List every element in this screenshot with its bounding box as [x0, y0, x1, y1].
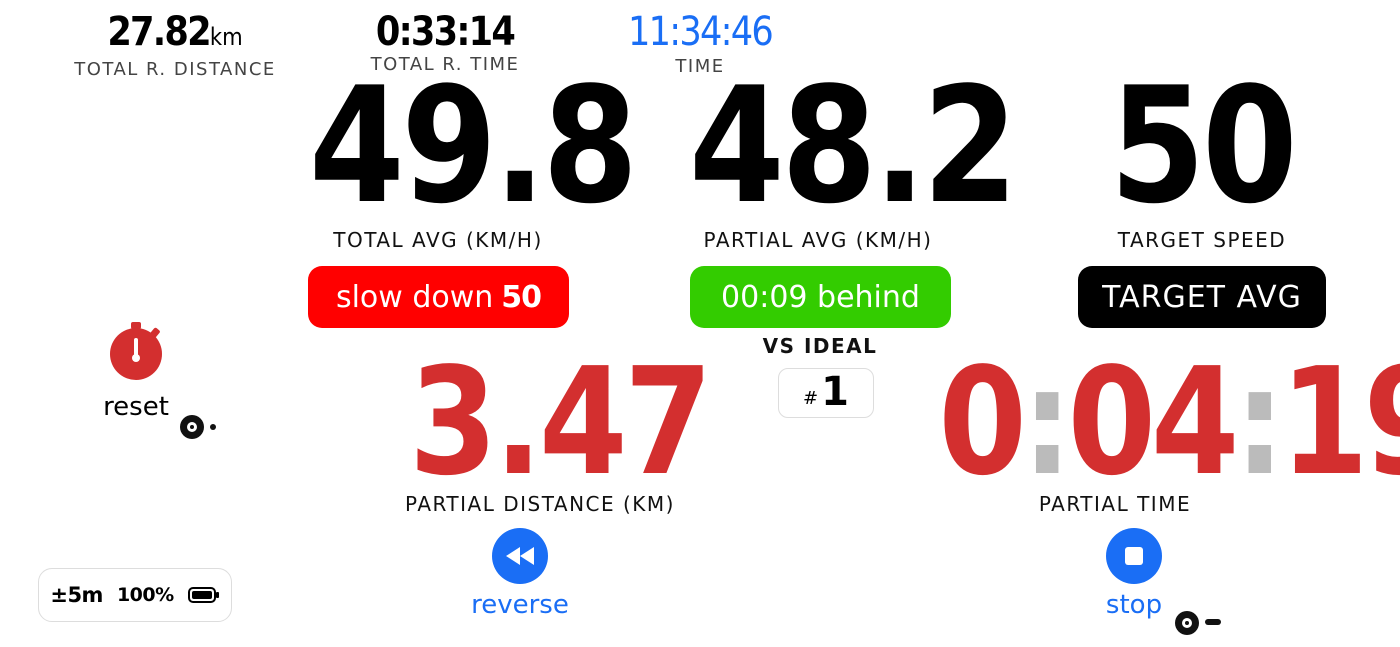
- slow-down-indicator[interactable]: slow down 50: [308, 266, 569, 328]
- stop-button[interactable]: [1106, 528, 1162, 584]
- rewind-icon: [506, 547, 534, 565]
- target-avg-button[interactable]: TARGET AVG: [1078, 266, 1326, 328]
- partial-distance-value: 3.47: [409, 336, 713, 508]
- slow-down-value: 50: [501, 279, 542, 315]
- battery-icon: [187, 587, 219, 603]
- partial-time-label: PARTIAL TIME: [1038, 492, 1192, 516]
- distance-unit: km: [209, 23, 243, 51]
- crown-icon[interactable]: [1175, 611, 1199, 635]
- dot-indicator: [210, 424, 216, 430]
- partial-time-sep: :: [1021, 336, 1073, 508]
- stopwatch-icon: [110, 322, 162, 380]
- crown-icon[interactable]: [180, 415, 204, 439]
- total-time-value: 0:33:14: [375, 9, 516, 55]
- total-avg-label: TOTAL AVG (KM/H): [333, 228, 543, 252]
- total-avg-value: 49.8: [309, 52, 638, 239]
- partial-time-value: 0:04:19: [938, 348, 1400, 496]
- reverse-button[interactable]: [492, 528, 548, 584]
- ideal-hash: #: [803, 388, 819, 409]
- ideal-counter[interactable]: # 1: [778, 368, 874, 418]
- total-distance-block: 27.82km TOTAL R. DISTANCE: [50, 10, 300, 81]
- slow-down-text: slow down: [335, 279, 494, 315]
- status-box: ±5m 100%: [38, 568, 232, 622]
- stop-icon: [1125, 547, 1143, 565]
- partial-time-sep: :: [1234, 336, 1285, 508]
- target-speed-label: TARGET SPEED: [1117, 228, 1287, 252]
- partial-avg-value: 48.2: [689, 52, 1018, 239]
- dash-indicator: [1205, 619, 1221, 625]
- clock-value: 11:34:46: [627, 9, 774, 55]
- partial-time-minutes: 04: [1067, 336, 1239, 508]
- reset-label: reset: [103, 392, 169, 422]
- reset-button[interactable]: [108, 322, 164, 380]
- gps-accuracy: ±5m: [50, 583, 103, 607]
- partial-avg-label: PARTIAL AVG (KM/H): [703, 228, 933, 252]
- reverse-label: reverse: [471, 590, 569, 620]
- ideal-number: 1: [821, 369, 849, 415]
- battery-percent: 100%: [116, 584, 174, 606]
- total-distance-label: TOTAL R. DISTANCE: [74, 59, 276, 80]
- behind-text: 00:09 behind: [721, 279, 920, 315]
- partial-time-seconds: 19: [1280, 336, 1400, 508]
- total-distance-value: 27.82km: [107, 9, 243, 55]
- partial-time-hours: 0: [938, 336, 1027, 508]
- target-speed-value: 50: [1109, 52, 1298, 239]
- target-avg-text: TARGET AVG: [1102, 279, 1302, 315]
- behind-indicator[interactable]: 00:09 behind: [690, 266, 951, 328]
- vs-ideal-label: VS IDEAL: [762, 334, 878, 358]
- partial-distance-label: PARTIAL DISTANCE (KM): [405, 492, 675, 516]
